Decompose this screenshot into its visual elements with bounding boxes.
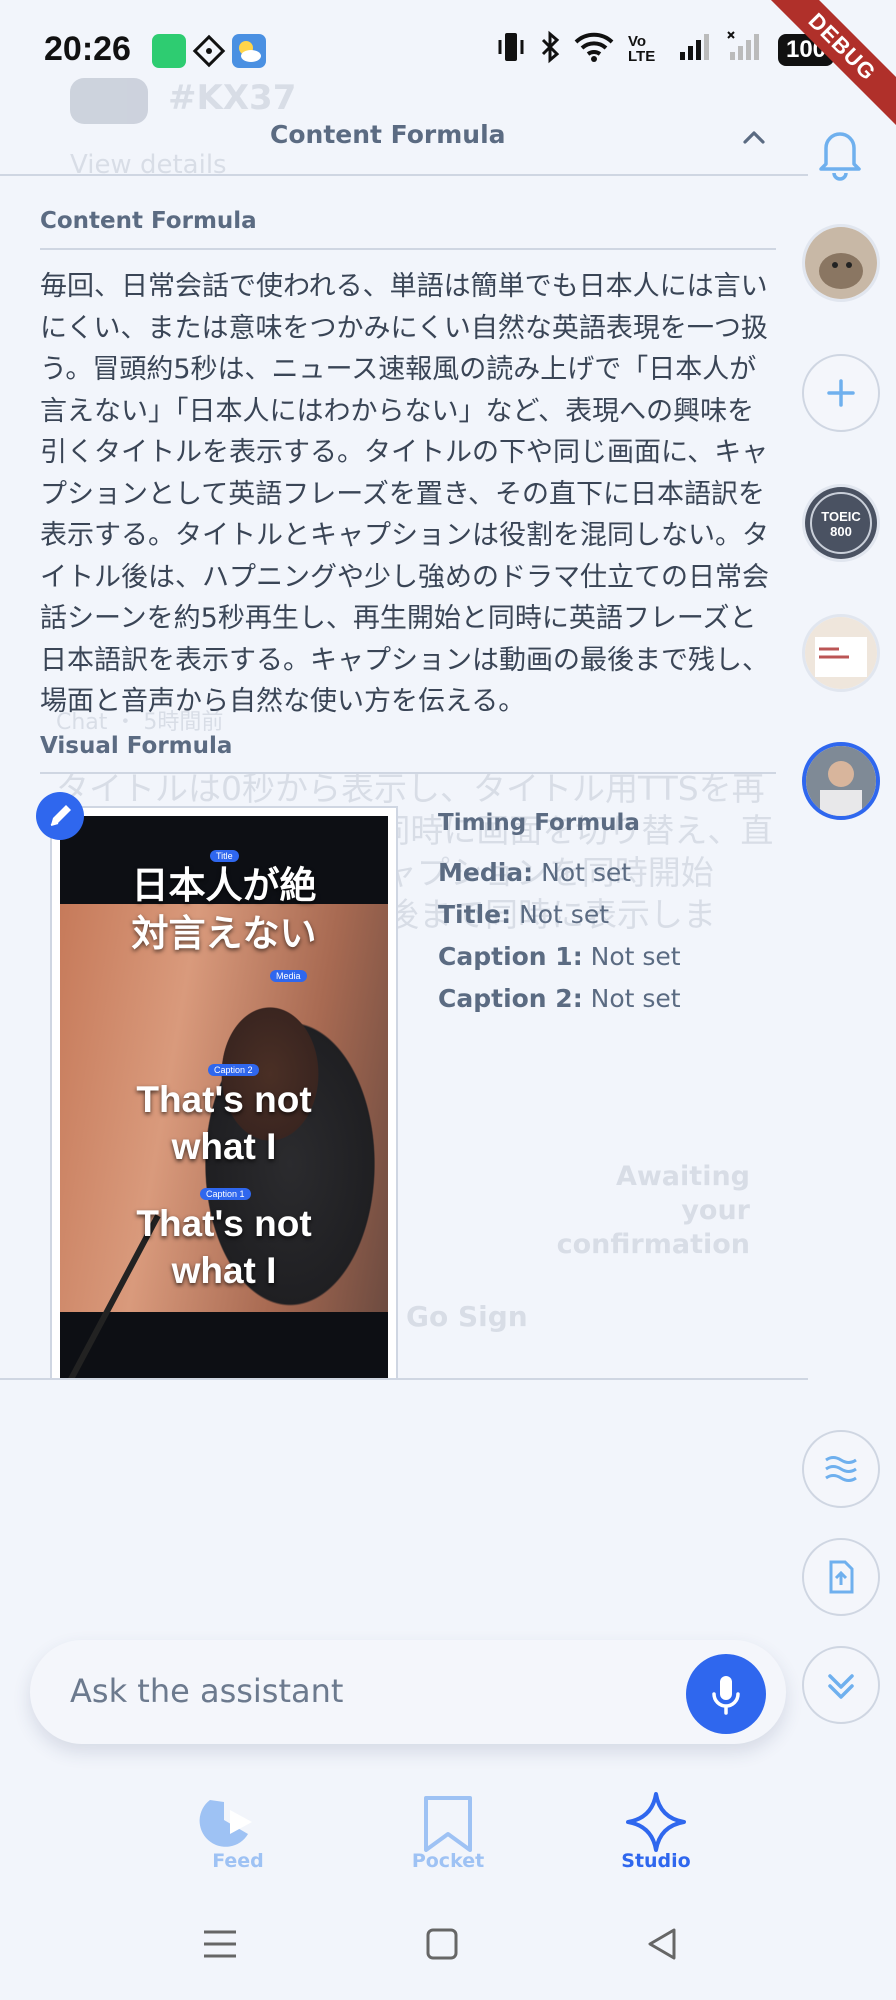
nav-studio-label: Studio: [621, 1850, 691, 1872]
chevron-up-icon[interactable]: [740, 124, 768, 152]
nav-feed-label: Feed: [212, 1850, 264, 1872]
timing-title-value: Not set: [519, 900, 610, 929]
nav-pocket-label: Pocket: [411, 1850, 485, 1872]
bookmark-icon: [424, 1796, 472, 1852]
caption1-tag: Caption 1: [200, 1188, 251, 1200]
timing-caption2-value: Not set: [590, 984, 681, 1013]
caption2-tag: Caption 2: [208, 1064, 259, 1076]
media-tag: Media: [270, 970, 307, 982]
double-chevron-down-icon: [828, 1674, 854, 1699]
avatar-selected-user[interactable]: [802, 742, 880, 820]
home-square-icon[interactable]: [422, 1924, 462, 1964]
content-formula-text: 毎回、日常会話で使われる、単語は簡単でも日本人には言いにくい、または意味をつかみ…: [40, 271, 769, 717]
title-tag: Title: [210, 850, 239, 862]
plus-icon: [827, 379, 855, 407]
sparkle-icon: [626, 1792, 686, 1852]
battery-saver-icon: [152, 34, 186, 68]
caption2-line1: That's not: [136, 1079, 312, 1120]
avatar-book[interactable]: [802, 614, 880, 692]
waves-icon: [825, 1456, 857, 1482]
panel-bottom-divider: [0, 1378, 808, 1380]
file-upload-icon: [829, 1560, 854, 1594]
nav-pocket[interactable]: Pocket: [378, 1792, 518, 1882]
timing-title-label: Title:: [438, 900, 512, 929]
upload-file-button[interactable]: [802, 1538, 880, 1616]
bluetooth-icon: [538, 30, 562, 72]
timing-caption1-label: Caption 1:: [438, 942, 583, 971]
wifi-icon: [574, 30, 614, 72]
timing-formula-title: Timing Formula: [438, 810, 640, 836]
caption1-line2: what I: [171, 1250, 277, 1291]
assistant-input-bar[interactable]: Ask the assistant: [30, 1640, 786, 1744]
timing-title-row: Title: Not set: [438, 900, 609, 929]
signal-strength-icon: [678, 30, 710, 72]
menu-icon[interactable]: [200, 1924, 240, 1964]
preview-title-line2: 対言えない: [131, 912, 317, 955]
timing-caption1-value: Not set: [590, 942, 681, 971]
status-bar: 20:26 Vo LTE 100 DEBUG: [0, 0, 896, 130]
vibrate-icon: [496, 30, 526, 72]
back-triangle-icon[interactable]: [642, 1924, 682, 1964]
nav-studio[interactable]: Studio: [586, 1792, 726, 1882]
preview-title-line1: 日本人が絶: [131, 864, 317, 907]
waves-button[interactable]: [802, 1430, 880, 1508]
play-icon: [199, 1800, 252, 1847]
caption2-line2: what I: [171, 1126, 277, 1167]
content-formula-header[interactable]: Content Formula: [0, 100, 808, 176]
pencil-icon: [50, 805, 71, 826]
caption1-line1: That's not: [136, 1203, 312, 1244]
add-button[interactable]: [802, 354, 880, 432]
edit-visual-button[interactable]: [36, 792, 84, 840]
content-formula-label: Content Formula: [40, 208, 257, 234]
status-time: 20:26: [44, 30, 131, 68]
timing-caption2: Caption 2: Not set: [438, 984, 681, 1013]
diamond-app-icon: [192, 34, 226, 68]
microphone-icon: [712, 1676, 740, 1715]
bell-icon[interactable]: [812, 122, 868, 182]
microphone-button[interactable]: [686, 1654, 766, 1734]
avatar-cat[interactable]: [802, 224, 880, 302]
preview-title: 日本人が絶 対言えない: [60, 862, 388, 958]
section-divider: [40, 772, 776, 774]
volte-icon: Vo LTE: [628, 33, 656, 65]
toeic-avatar-text: TOEIC 800: [821, 509, 861, 539]
visual-preview: Title 日本人が絶 対言えない Media Caption 2 That's…: [60, 816, 388, 1380]
avatar-toeic[interactable]: TOEIC 800: [802, 484, 880, 562]
preview-caption2: That's not what I: [60, 1076, 388, 1170]
timing-caption2-label: Caption 2:: [438, 984, 583, 1013]
panel-title: Content Formula: [270, 120, 506, 149]
timing-caption1: Caption 1: Not set: [438, 942, 681, 971]
preview-caption1: That's not what I: [60, 1200, 388, 1294]
timing-media: Media: Not set: [438, 858, 631, 887]
section-divider: [40, 248, 776, 250]
scroll-down-button[interactable]: [802, 1646, 880, 1724]
background-go-sign: Go Sign: [406, 1300, 528, 1333]
timing-media-label: Media:: [438, 858, 534, 887]
timing-media-value: Not set: [541, 858, 632, 887]
weather-icon: [232, 34, 266, 68]
signal-strength-2-icon: [726, 30, 760, 72]
assistant-input-placeholder[interactable]: Ask the assistant: [70, 1672, 343, 1710]
nav-feed[interactable]: Feed: [168, 1792, 308, 1882]
background-awaiting: Awaiting your confirmation: [556, 1161, 750, 1260]
visual-formula-label: Visual Formula: [40, 733, 233, 759]
